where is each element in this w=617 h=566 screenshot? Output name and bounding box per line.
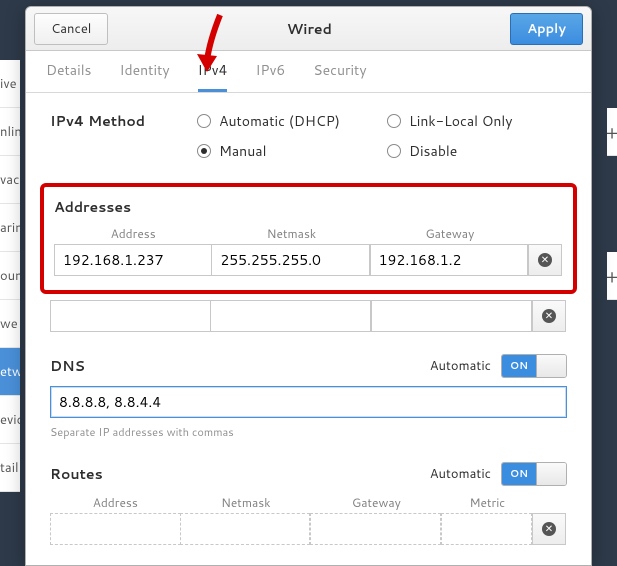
tab-details[interactable]: Details: [46, 51, 92, 92]
route-gateway-input[interactable]: [310, 513, 441, 545]
delete-route-button[interactable]: ✕: [532, 513, 566, 545]
radio-icon: [387, 144, 401, 158]
tab-bar: Details Identity IPv4 IPv6 Security: [26, 51, 591, 93]
switch-knob: [536, 355, 566, 377]
switch-knob: [536, 463, 566, 485]
col-netmask: Netmask: [181, 494, 312, 511]
gateway-input[interactable]: [370, 244, 528, 276]
dns-servers-input[interactable]: [50, 386, 567, 418]
dns-automatic-switch[interactable]: ON: [501, 354, 567, 378]
delete-row-button[interactable]: ✕: [532, 300, 566, 332]
titlebar: Cancel Wired Apply: [26, 7, 591, 51]
dns-automatic-label: Automatic: [430, 357, 491, 375]
delete-row-button[interactable]: ✕: [528, 244, 562, 276]
switch-on-label: ON: [502, 463, 536, 485]
apply-button[interactable]: Apply: [510, 13, 583, 45]
content-area: IPv4 Method Automatic (DHCP) Link-Local …: [26, 93, 591, 565]
sidebar-fragment: ivenlinvac arinouncwe etwevictail: [0, 60, 20, 492]
radio-icon: [197, 144, 211, 158]
col-gateway: Gateway: [311, 494, 442, 511]
address-row: ✕: [54, 244, 563, 276]
route-address-input[interactable]: [50, 513, 181, 545]
tab-ipv4[interactable]: IPv4: [198, 51, 228, 92]
address-input[interactable]: [50, 300, 211, 332]
col-address: Address: [54, 225, 212, 242]
address-row-empty: ✕: [50, 300, 567, 332]
plus-fragment: +: [607, 252, 617, 300]
dialog-title: Wired: [108, 19, 510, 39]
addresses-section-highlight: Addresses Address Netmask Gateway ✕: [40, 183, 577, 294]
col-address: Address: [50, 494, 181, 511]
routes-automatic-switch[interactable]: ON: [501, 462, 567, 486]
radio-disable[interactable]: Disable: [387, 141, 567, 161]
tab-security[interactable]: Security: [313, 51, 366, 92]
col-gateway: Gateway: [371, 225, 529, 242]
address-input[interactable]: [54, 244, 212, 276]
route-netmask-input[interactable]: [180, 513, 311, 545]
radio-icon: [197, 114, 211, 128]
close-icon: ✕: [538, 253, 552, 267]
radio-link-local[interactable]: Link-Local Only: [387, 111, 567, 131]
plus-fragment: +: [607, 108, 617, 156]
routes-automatic-label: Automatic: [430, 465, 491, 483]
routes-title: Routes: [50, 464, 103, 484]
route-metric-input[interactable]: [441, 513, 532, 545]
netmask-input[interactable]: [210, 300, 371, 332]
col-netmask: Netmask: [212, 225, 370, 242]
radio-automatic-dhcp[interactable]: Automatic (DHCP): [197, 111, 377, 131]
close-icon: ✕: [542, 309, 556, 323]
gateway-input[interactable]: [371, 300, 532, 332]
cancel-button[interactable]: Cancel: [34, 13, 108, 45]
switch-on-label: ON: [502, 355, 536, 377]
addresses-title: Addresses: [54, 197, 563, 217]
ipv4-method-label: IPv4 Method: [50, 111, 167, 161]
col-metric: Metric: [442, 494, 533, 511]
dns-title: DNS: [50, 356, 85, 376]
radio-manual[interactable]: Manual: [197, 141, 377, 161]
netmask-input[interactable]: [211, 244, 369, 276]
dns-hint: Separate IP addresses with commas: [50, 424, 567, 440]
radio-icon: [387, 114, 401, 128]
tab-ipv6[interactable]: IPv6: [255, 51, 285, 92]
close-icon: ✕: [542, 522, 556, 536]
network-settings-dialog: Cancel Wired Apply Details Identity IPv4…: [25, 6, 592, 566]
route-row: ✕: [50, 513, 567, 545]
tab-identity[interactable]: Identity: [120, 51, 170, 92]
